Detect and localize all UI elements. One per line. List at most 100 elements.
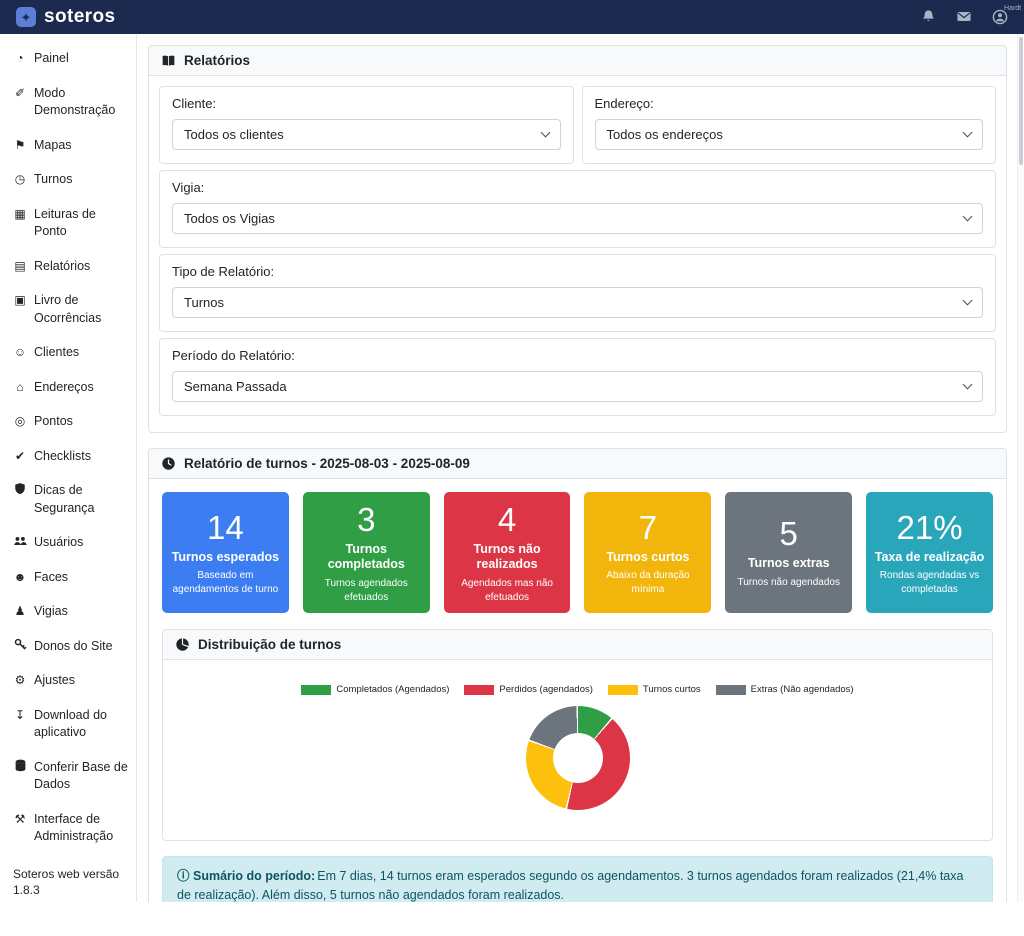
- user-name-label: Hardt: [1004, 5, 1021, 12]
- sidebar-item-pontos[interactable]: ◎Pontos: [13, 413, 128, 431]
- period-summary-alert: ⓘ Sumário do período:Em 7 dias, 14 turno…: [162, 856, 993, 902]
- sidebar-item-vigias[interactable]: ♟Vigias: [13, 603, 128, 621]
- brand[interactable]: ✦ soteros: [16, 6, 115, 28]
- stat-cards-row: 14 Turnos esperados Baseado em agendamen…: [159, 489, 996, 616]
- sidebar-item-conferir-base-de-dados[interactable]: Conferir Base de Dados: [13, 759, 128, 794]
- brand-text: soteros: [44, 6, 115, 28]
- client-filter-label: Cliente:: [172, 96, 561, 111]
- vertical-scrollbar: [1017, 34, 1024, 902]
- book-open-icon: [161, 54, 176, 68]
- guard-icon: ♟: [13, 603, 27, 620]
- reports-panel-title: Relatórios: [184, 53, 250, 68]
- guard-select[interactable]: Todos os Vigias: [172, 203, 983, 234]
- key-icon: [13, 638, 27, 655]
- shift-distribution-header: Distribuição de turnos: [163, 630, 992, 660]
- sidebar-item-usuarios[interactable]: Usuários: [13, 534, 128, 552]
- legend-item-missed: Perdidos (agendados): [464, 684, 592, 695]
- summary-label: Sumário do período:: [193, 869, 315, 883]
- toolbox-icon: ⚒: [13, 811, 27, 828]
- crosshair-icon: ◎: [13, 413, 27, 430]
- legend-swatch-green: [301, 685, 331, 695]
- sidebar-item-clientes[interactable]: ☺Clientes: [13, 344, 128, 362]
- stat-completed-shifts: 3 Turnos completados Turnos agendados ef…: [303, 492, 430, 613]
- chevron-down-icon: [963, 128, 973, 138]
- reports-filter-card: Relatórios Cliente: Todos os clientes En…: [148, 45, 1007, 433]
- app-version-text: Soteros web versão 1.8.3: [13, 866, 128, 900]
- legend-swatch-gray: [716, 685, 746, 695]
- download-icon: ↧: [13, 707, 27, 724]
- sidebar-item-ajustes[interactable]: ⚙Ajustes: [13, 672, 128, 690]
- report-type-select[interactable]: Turnos: [172, 287, 983, 318]
- bell-icon[interactable]: [921, 9, 936, 24]
- top-navbar: ✦ soteros Hardt: [0, 0, 1024, 34]
- shift-report-title: Relatório de turnos - 2025-08-03 - 2025-…: [184, 456, 470, 471]
- clock-icon: ◷: [13, 171, 27, 188]
- clock-icon: [161, 456, 176, 471]
- qrcode-icon: ▦: [13, 206, 27, 223]
- mail-icon[interactable]: [956, 9, 972, 24]
- smile-icon: ☺: [13, 344, 27, 361]
- magic-wand-icon: ✐: [13, 85, 27, 102]
- shift-report-header: Relatório de turnos - 2025-08-03 - 2025-…: [149, 449, 1006, 479]
- sidebar-item-download-aplicativo[interactable]: ↧Download do aplicativo: [13, 707, 128, 742]
- client-select[interactable]: Todos os clientes: [172, 119, 561, 150]
- logo-star-glyph: ✦: [21, 11, 32, 24]
- database-icon: [13, 759, 27, 776]
- sidebar-item-leituras-de-ponto[interactable]: ▦Leituras de Ponto: [13, 206, 128, 241]
- chevron-down-icon: [540, 128, 550, 138]
- sidebar-item-faces[interactable]: ☻Faces: [13, 569, 128, 587]
- gauge-icon: ◔: [13, 50, 27, 67]
- stat-extra-shifts: 5 Turnos extras Turnos não agendados: [725, 492, 852, 613]
- client-filter-group: Cliente: Todos os clientes: [159, 86, 574, 164]
- sidebar-item-painel[interactable]: ◔Painel: [13, 50, 128, 68]
- chevron-down-icon: [963, 296, 973, 306]
- address-filter-group: Endereço: Todos os endereços: [582, 86, 997, 164]
- sidebar-item-modo-demonstracao[interactable]: ✐Modo Demonstração: [13, 85, 128, 120]
- donut-legend: Completados (Agendados) Perdidos (agenda…: [173, 684, 982, 695]
- sidebar-item-enderecos[interactable]: ⌂Endereços: [13, 379, 128, 397]
- chevron-down-icon: [963, 212, 973, 222]
- shift-distribution-title: Distribuição de turnos: [198, 637, 341, 652]
- chevron-down-icon: [963, 380, 973, 390]
- legend-item-short: Turnos curtos: [608, 684, 701, 695]
- report-period-select[interactable]: Semana Passada: [172, 371, 983, 402]
- guard-filter-group: Vigia: Todos os Vigias: [159, 170, 996, 248]
- sidebar-item-livro-de-ocorrencias[interactable]: ▣Livro de Ocorrências: [13, 292, 128, 327]
- main-content: Relatórios Cliente: Todos os clientes En…: [137, 34, 1024, 902]
- sidebar-item-interface-administracao[interactable]: ⚒Interface de Administração: [13, 811, 128, 846]
- user-circle-icon[interactable]: Hardt: [992, 9, 1008, 25]
- soteros-logo-icon: ✦: [16, 7, 36, 27]
- report-period-filter-label: Período do Relatório:: [172, 348, 983, 363]
- scrollbar-thumb[interactable]: [1019, 37, 1023, 165]
- sidebar-item-turnos[interactable]: ◷Turnos: [13, 171, 128, 189]
- stat-expected-shifts: 14 Turnos esperados Baseado em agendamen…: [162, 492, 289, 613]
- legend-item-completed: Completados (Agendados): [301, 684, 449, 695]
- legend-swatch-yellow: [608, 685, 638, 695]
- shift-distribution-donut-chart: [526, 706, 630, 810]
- map-icon: ⚑: [13, 137, 27, 154]
- shield-icon: [13, 482, 27, 499]
- report-period-filter-group: Período do Relatório: Semana Passada: [159, 338, 996, 416]
- sidebar-item-mapas[interactable]: ⚑Mapas: [13, 137, 128, 155]
- book-open-icon: ▤: [13, 258, 27, 275]
- grin-icon: ☻: [13, 569, 27, 586]
- sidebar-item-donos-do-site[interactable]: Donos do Site: [13, 638, 128, 656]
- report-type-filter-label: Tipo de Relatório:: [172, 264, 983, 279]
- stat-completion-rate: 21% Taxa de realização Rondas agendadas …: [866, 492, 993, 613]
- stat-missed-shifts: 4 Turnos não realizados Agendados mas nã…: [444, 492, 571, 613]
- sidebar-item-relatorios[interactable]: ▤Relatórios: [13, 258, 128, 276]
- pie-chart-icon: [175, 637, 190, 652]
- guard-filter-label: Vigia:: [172, 180, 983, 195]
- address-filter-label: Endereço:: [595, 96, 984, 111]
- users-icon: [13, 534, 27, 551]
- building-icon: ⌂: [13, 379, 27, 396]
- info-icon: ⓘ: [177, 869, 190, 883]
- sidebar-item-dicas-de-seguranca[interactable]: Dicas de Segurança: [13, 482, 128, 517]
- address-select[interactable]: Todos os endereços: [595, 119, 984, 150]
- reports-card-header: Relatórios: [149, 46, 1006, 76]
- shift-distribution-card: Distribuição de turnos Completados (Agen…: [162, 629, 993, 841]
- legend-item-extra: Extras (Não agendados): [716, 684, 854, 695]
- sidebar-item-checklists[interactable]: ✔Checklists: [13, 448, 128, 466]
- legend-swatch-red: [464, 685, 494, 695]
- settings-icon: ⚙: [13, 672, 27, 689]
